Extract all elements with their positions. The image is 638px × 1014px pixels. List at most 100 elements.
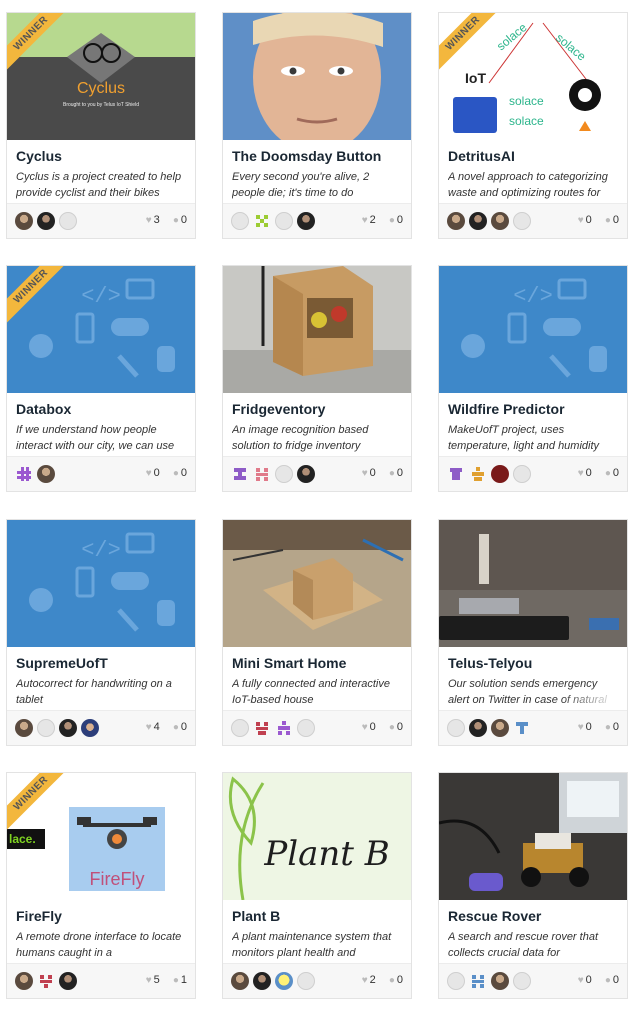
avatar[interactable] xyxy=(513,972,531,990)
project-card-telus-telyou[interactable]: Telus-Telyou Our solution sends emergenc… xyxy=(438,519,628,746)
avatar[interactable] xyxy=(15,972,33,990)
avatar[interactable] xyxy=(275,719,293,737)
avatar[interactable] xyxy=(15,212,33,230)
member-avatars xyxy=(15,972,81,990)
like-count: 2 xyxy=(369,214,376,226)
project-title[interactable]: SupremeUofT xyxy=(16,655,191,671)
project-title[interactable]: Wildfire Predictor xyxy=(448,401,623,417)
avatar[interactable] xyxy=(513,719,531,737)
project-card-plant-b[interactable]: Plant B Plant B A plant maintenance syst… xyxy=(222,772,412,999)
card-stats: ♥ 2 ● 0 xyxy=(362,214,403,226)
avatar[interactable] xyxy=(37,465,55,483)
project-thumbnail[interactable]: Plant B xyxy=(223,773,411,900)
project-title[interactable]: FireFly xyxy=(16,908,191,924)
avatar[interactable] xyxy=(231,972,249,990)
avatar[interactable] xyxy=(469,719,487,737)
like-count: 0 xyxy=(585,467,592,479)
project-title[interactable]: Fridgeventory xyxy=(232,401,407,417)
avatar[interactable] xyxy=(275,972,293,990)
avatar[interactable] xyxy=(297,465,315,483)
avatar[interactable] xyxy=(253,972,271,990)
avatar[interactable] xyxy=(491,465,509,483)
project-card-cyclus[interactable]: Cyclus Brought to you by Telus IoT Shiel… xyxy=(6,12,196,239)
avatar[interactable] xyxy=(297,972,315,990)
avatar[interactable] xyxy=(59,212,77,230)
project-card-rescue-rover[interactable]: Rescue Rover A search and rescue rover t… xyxy=(438,772,628,999)
avatar[interactable] xyxy=(59,972,77,990)
project-card-firefly[interactable]: lace. FireFly WINNER FireFly A remote dr… xyxy=(6,772,196,999)
card-footer: ♥ 0 ● 0 xyxy=(439,456,627,491)
avatar[interactable] xyxy=(297,719,315,737)
avatar[interactable] xyxy=(253,719,271,737)
avatar[interactable] xyxy=(491,212,509,230)
project-description: Every second you're alive, 2 people die;… xyxy=(232,171,370,199)
avatar[interactable] xyxy=(15,719,33,737)
project-description: A fully connected and interactive IoT-ba… xyxy=(232,678,390,706)
project-title[interactable]: Rescue Rover xyxy=(448,908,623,924)
project-title[interactable]: Plant B xyxy=(232,908,407,924)
project-description: A remote drone interface to locate human… xyxy=(16,931,182,959)
avatar[interactable] xyxy=(447,212,465,230)
project-title[interactable]: Telus-Telyou xyxy=(448,655,623,671)
avatar[interactable] xyxy=(253,465,271,483)
heart-icon: ♥ xyxy=(577,722,584,733)
comment-count: 1 xyxy=(180,974,187,986)
project-title[interactable]: The Doomsday Button xyxy=(232,148,407,164)
project-card-wildfire-predictor[interactable]: </> Wildfire Predictor MakeUofT project,… xyxy=(438,265,628,492)
project-card-detritusai[interactable]: solace solace IoT solace solace WINNER D… xyxy=(438,12,628,239)
avatar[interactable] xyxy=(231,465,249,483)
avatar[interactable] xyxy=(37,972,55,990)
project-card-mini-smart-home[interactable]: Mini Smart Home A fully connected and in… xyxy=(222,519,412,746)
avatar[interactable] xyxy=(231,212,249,230)
avatar[interactable] xyxy=(447,972,465,990)
project-thumbnail[interactable] xyxy=(223,266,411,393)
avatar[interactable] xyxy=(37,719,55,737)
avatar[interactable] xyxy=(275,212,293,230)
project-thumbnail[interactable] xyxy=(223,520,411,647)
project-title[interactable]: DetritusAI xyxy=(448,148,623,164)
project-title[interactable]: Databox xyxy=(16,401,191,417)
project-title[interactable]: Cyclus xyxy=(16,148,191,164)
avatar[interactable] xyxy=(81,719,99,737)
card-footer: ♥ 4 ● 0 xyxy=(7,710,195,745)
project-card-supremeuoft[interactable]: </> SupremeUofT Autocorrect for handwrit… xyxy=(6,519,196,746)
card-footer: ♥ 0 ● 0 xyxy=(223,456,411,491)
project-card-fridgeventory[interactable]: Fridgeventory An image recognition based… xyxy=(222,265,412,492)
avatar[interactable] xyxy=(447,465,465,483)
avatar[interactable] xyxy=(469,972,487,990)
project-title[interactable]: Mini Smart Home xyxy=(232,655,407,671)
project-thumbnail[interactable] xyxy=(223,13,411,140)
member-avatars xyxy=(15,719,103,737)
heart-icon: ♥ xyxy=(145,722,152,733)
avatar[interactable] xyxy=(15,465,33,483)
avatar[interactable] xyxy=(469,212,487,230)
avatar[interactable] xyxy=(513,212,531,230)
member-avatars xyxy=(231,972,319,990)
project-thumbnail[interactable] xyxy=(439,520,627,647)
avatar[interactable] xyxy=(447,719,465,737)
member-avatars xyxy=(447,719,535,737)
avatar[interactable] xyxy=(275,465,293,483)
comment-count: 0 xyxy=(396,974,403,986)
comment-count: 0 xyxy=(612,721,619,733)
card-footer: ♥ 0 ● 0 xyxy=(439,710,627,745)
avatar[interactable] xyxy=(37,212,55,230)
avatar[interactable] xyxy=(491,719,509,737)
speech-bubble-icon: ● xyxy=(172,722,179,733)
avatar[interactable] xyxy=(231,719,249,737)
avatar[interactable] xyxy=(59,719,77,737)
project-card-databox[interactable]: </> WINNER Databox If we understand how … xyxy=(6,265,196,492)
avatar[interactable] xyxy=(253,212,271,230)
like-count: 0 xyxy=(369,467,376,479)
project-thumbnail[interactable] xyxy=(439,773,627,900)
avatar[interactable] xyxy=(297,212,315,230)
member-avatars xyxy=(231,212,319,230)
project-thumbnail[interactable]: </> xyxy=(7,520,195,647)
avatar[interactable] xyxy=(491,972,509,990)
project-card-doomsday-button[interactable]: The Doomsday Button Every second you're … xyxy=(222,12,412,239)
avatar[interactable] xyxy=(469,465,487,483)
avatar[interactable] xyxy=(513,465,531,483)
project-thumbnail[interactable]: </> xyxy=(439,266,627,393)
svg-text:solace: solace xyxy=(509,114,544,128)
heart-icon: ♥ xyxy=(577,975,584,986)
